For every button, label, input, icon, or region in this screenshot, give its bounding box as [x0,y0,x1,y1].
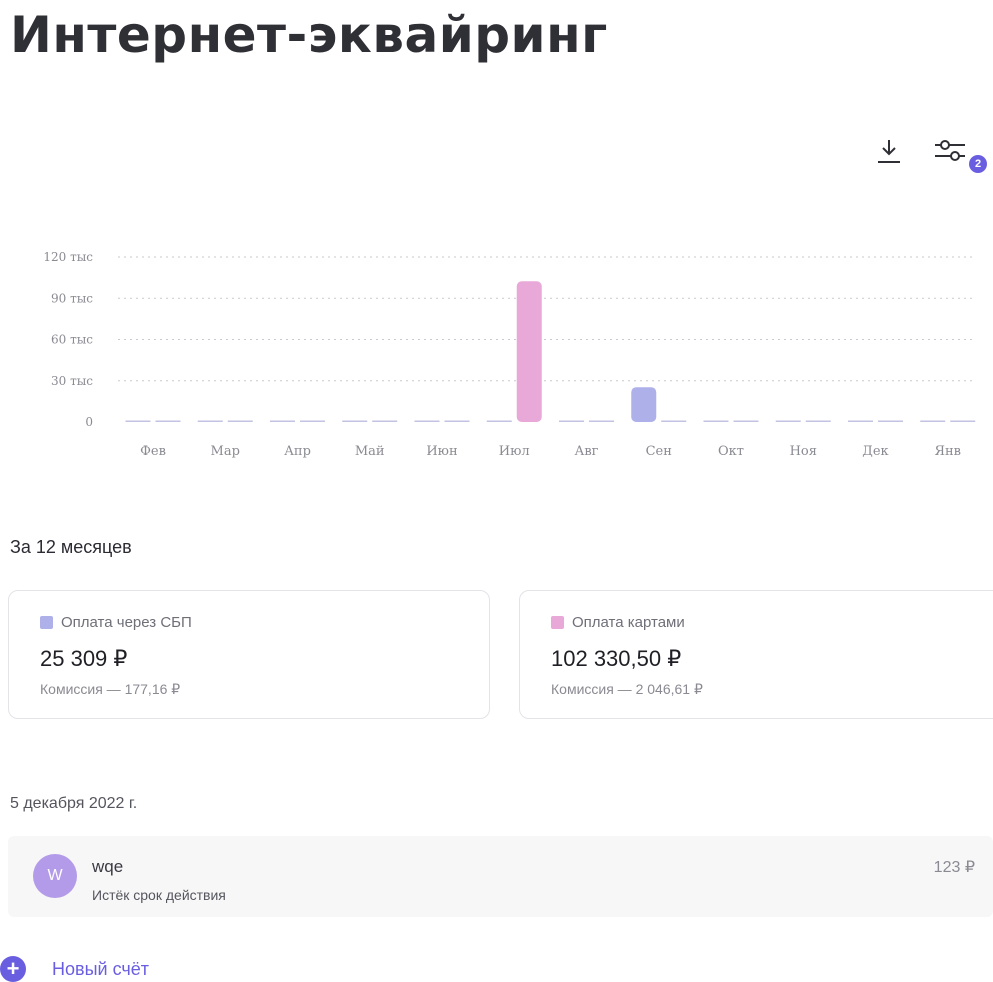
bar [559,420,584,422]
bar [878,420,903,422]
monthly-bar-chart: 0 30 тыс 60 тыс 90 тыс 120 тыс Фев Мар Апр Май Ию… [43,250,976,459]
x-tick-label: Окт [718,444,744,459]
x-tick-label: Сен [646,444,672,459]
bar [805,420,831,422]
bar [414,420,440,422]
bar [372,420,398,422]
x-tick-label: Июн [426,444,457,459]
bar [661,420,687,422]
x-tick-label: Ноя [790,444,817,459]
bar [227,420,253,422]
invoice-date-group: 5 декабря 2022 г. [10,795,138,812]
sbp-label: Оплата через СБП [61,614,192,631]
sbp-summary-card: Оплата через СБП 25 309 ₽ Комиссия — 177… [8,590,490,719]
filter-button[interactable]: 2 [933,136,989,176]
x-tick-label: Мар [211,444,240,459]
bar [848,420,873,422]
bar [516,281,542,422]
y-tick-label: 30 тыс [51,374,93,388]
bar [950,420,976,422]
x-tick-label: Дек [862,444,888,459]
invoice-amount: 123 ₽ [933,859,975,876]
x-tick-label: Авг [575,444,599,459]
y-tick-label: 60 тыс [51,333,93,347]
sbp-legend-swatch [40,616,53,629]
x-tick-label: Янв [935,444,961,459]
bar [631,387,657,422]
download-button[interactable] [875,136,903,170]
sbp-amount: 25 309 ₽ [40,646,128,671]
bar [775,420,801,422]
y-tick-label: 0 [85,415,93,429]
filter-count-badge: 2 [969,155,987,173]
bar [270,420,295,422]
sliders-icon [935,140,965,161]
invoice-row[interactable]: W wqe Истёк срок действия 123 ₽ [8,836,993,917]
new-invoice-label: Новый счёт [52,958,149,979]
cards-amount: 102 330,50 ₽ [551,646,682,671]
chart-toolbar: 2 [873,130,993,180]
new-invoice-button[interactable]: + Новый счёт [0,956,149,982]
bar [589,420,614,422]
plus-icon: + [0,956,26,982]
x-tick-label: Фев [140,444,166,459]
bar [155,420,181,422]
sbp-commission: Комиссия — 177,16 ₽ [40,681,181,697]
summary-title: За 12 месяцев [10,537,132,557]
cards-label: Оплата картами [572,614,685,631]
x-tick-label: Июл [499,444,530,459]
cards-summary-card: Оплата картами 102 330,50 ₽ Комиссия — 2… [519,590,993,719]
avatar: W [33,854,77,898]
y-tick-label: 90 тыс [51,291,93,305]
bar [125,420,151,422]
x-tick-label: Апр [284,444,311,459]
cards-legend-swatch [551,616,564,629]
bar [703,420,729,422]
download-icon [878,140,900,163]
invoice-title: wqe [92,857,124,876]
bar [342,420,368,422]
invoice-status: Истёк срок действия [92,887,226,903]
bar [733,420,759,422]
bar [920,420,946,422]
y-tick-label: 120 тыс [43,250,93,264]
bar [300,420,325,422]
cards-commission: Комиссия — 2 046,61 ₽ [551,681,703,697]
x-tick-label: Май [355,444,385,459]
bar [197,420,223,422]
page-title: Интернет-эквайринг [10,6,608,64]
bar [444,420,470,422]
bar [486,420,512,422]
